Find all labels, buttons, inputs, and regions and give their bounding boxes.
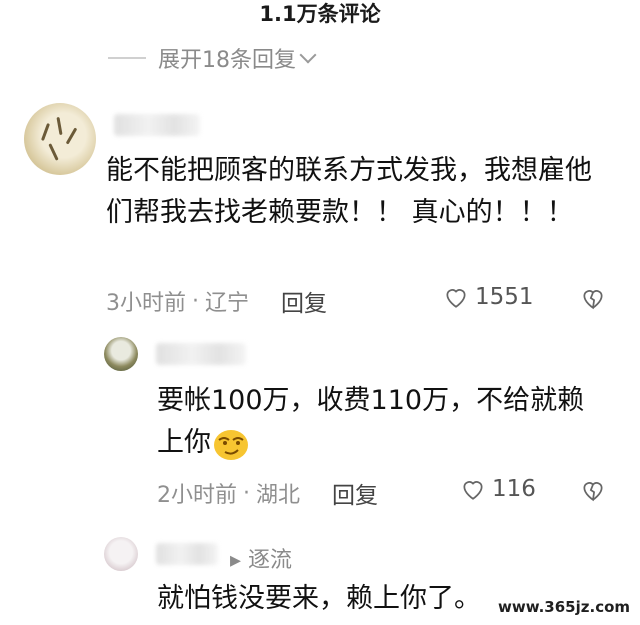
smirk-emoji-icon xyxy=(214,429,248,460)
meta-separator: · xyxy=(192,288,199,314)
reply-arrow-icon: ▸ xyxy=(230,548,249,573)
avatar[interactable] xyxy=(104,337,138,371)
like-button[interactable]: 1551 xyxy=(443,284,534,310)
heart-icon xyxy=(463,481,483,500)
comment-time: 3小时前 xyxy=(106,291,186,316)
avatar[interactable] xyxy=(24,103,96,175)
meta-separator: · xyxy=(243,480,250,506)
comment-meta: 3小时前 · 辽宁 回复 xyxy=(106,284,327,318)
comment-text: 能不能把顾客的联系方式发我，我想雇他们帮我去找老赖要款！！ 真心的！！！ xyxy=(106,155,592,228)
username-blurred[interactable] xyxy=(156,343,246,365)
like-button[interactable]: 116 xyxy=(460,476,536,502)
broken-heart-icon[interactable] xyxy=(580,477,606,503)
username-blurred[interactable] xyxy=(114,114,200,136)
reply-target-name: 逐流 xyxy=(248,548,293,573)
expand-replies-button[interactable]: 展开18条回复 xyxy=(108,42,317,74)
reply-meta: 2小时前 · 湖北 回复 xyxy=(157,476,378,510)
reply-button[interactable]: 回复 xyxy=(332,476,378,510)
expand-replies-label: 展开18条回复 xyxy=(158,48,296,73)
watermark: www.365jz.com xyxy=(498,598,631,616)
reply-time: 2小时前 xyxy=(157,483,237,508)
reply-text: 要帐100万，收费110万，不给就赖上你 xyxy=(157,380,607,464)
heart-icon xyxy=(446,289,466,308)
chevron-down-icon xyxy=(299,46,317,64)
reply-button[interactable]: 回复 xyxy=(281,284,327,318)
broken-heart-icon[interactable] xyxy=(580,285,606,311)
reply-location: 湖北 xyxy=(256,483,301,508)
comment-location: 辽宁 xyxy=(205,291,250,316)
username-blurred[interactable] xyxy=(156,543,218,565)
divider-line xyxy=(108,57,146,59)
avatar[interactable] xyxy=(104,537,138,571)
like-count: 116 xyxy=(492,476,536,502)
reply-target: ▸ 逐流 xyxy=(230,542,292,574)
like-count: 1551 xyxy=(475,284,534,310)
comments-count-title: 1.1万条评论 xyxy=(259,2,381,26)
